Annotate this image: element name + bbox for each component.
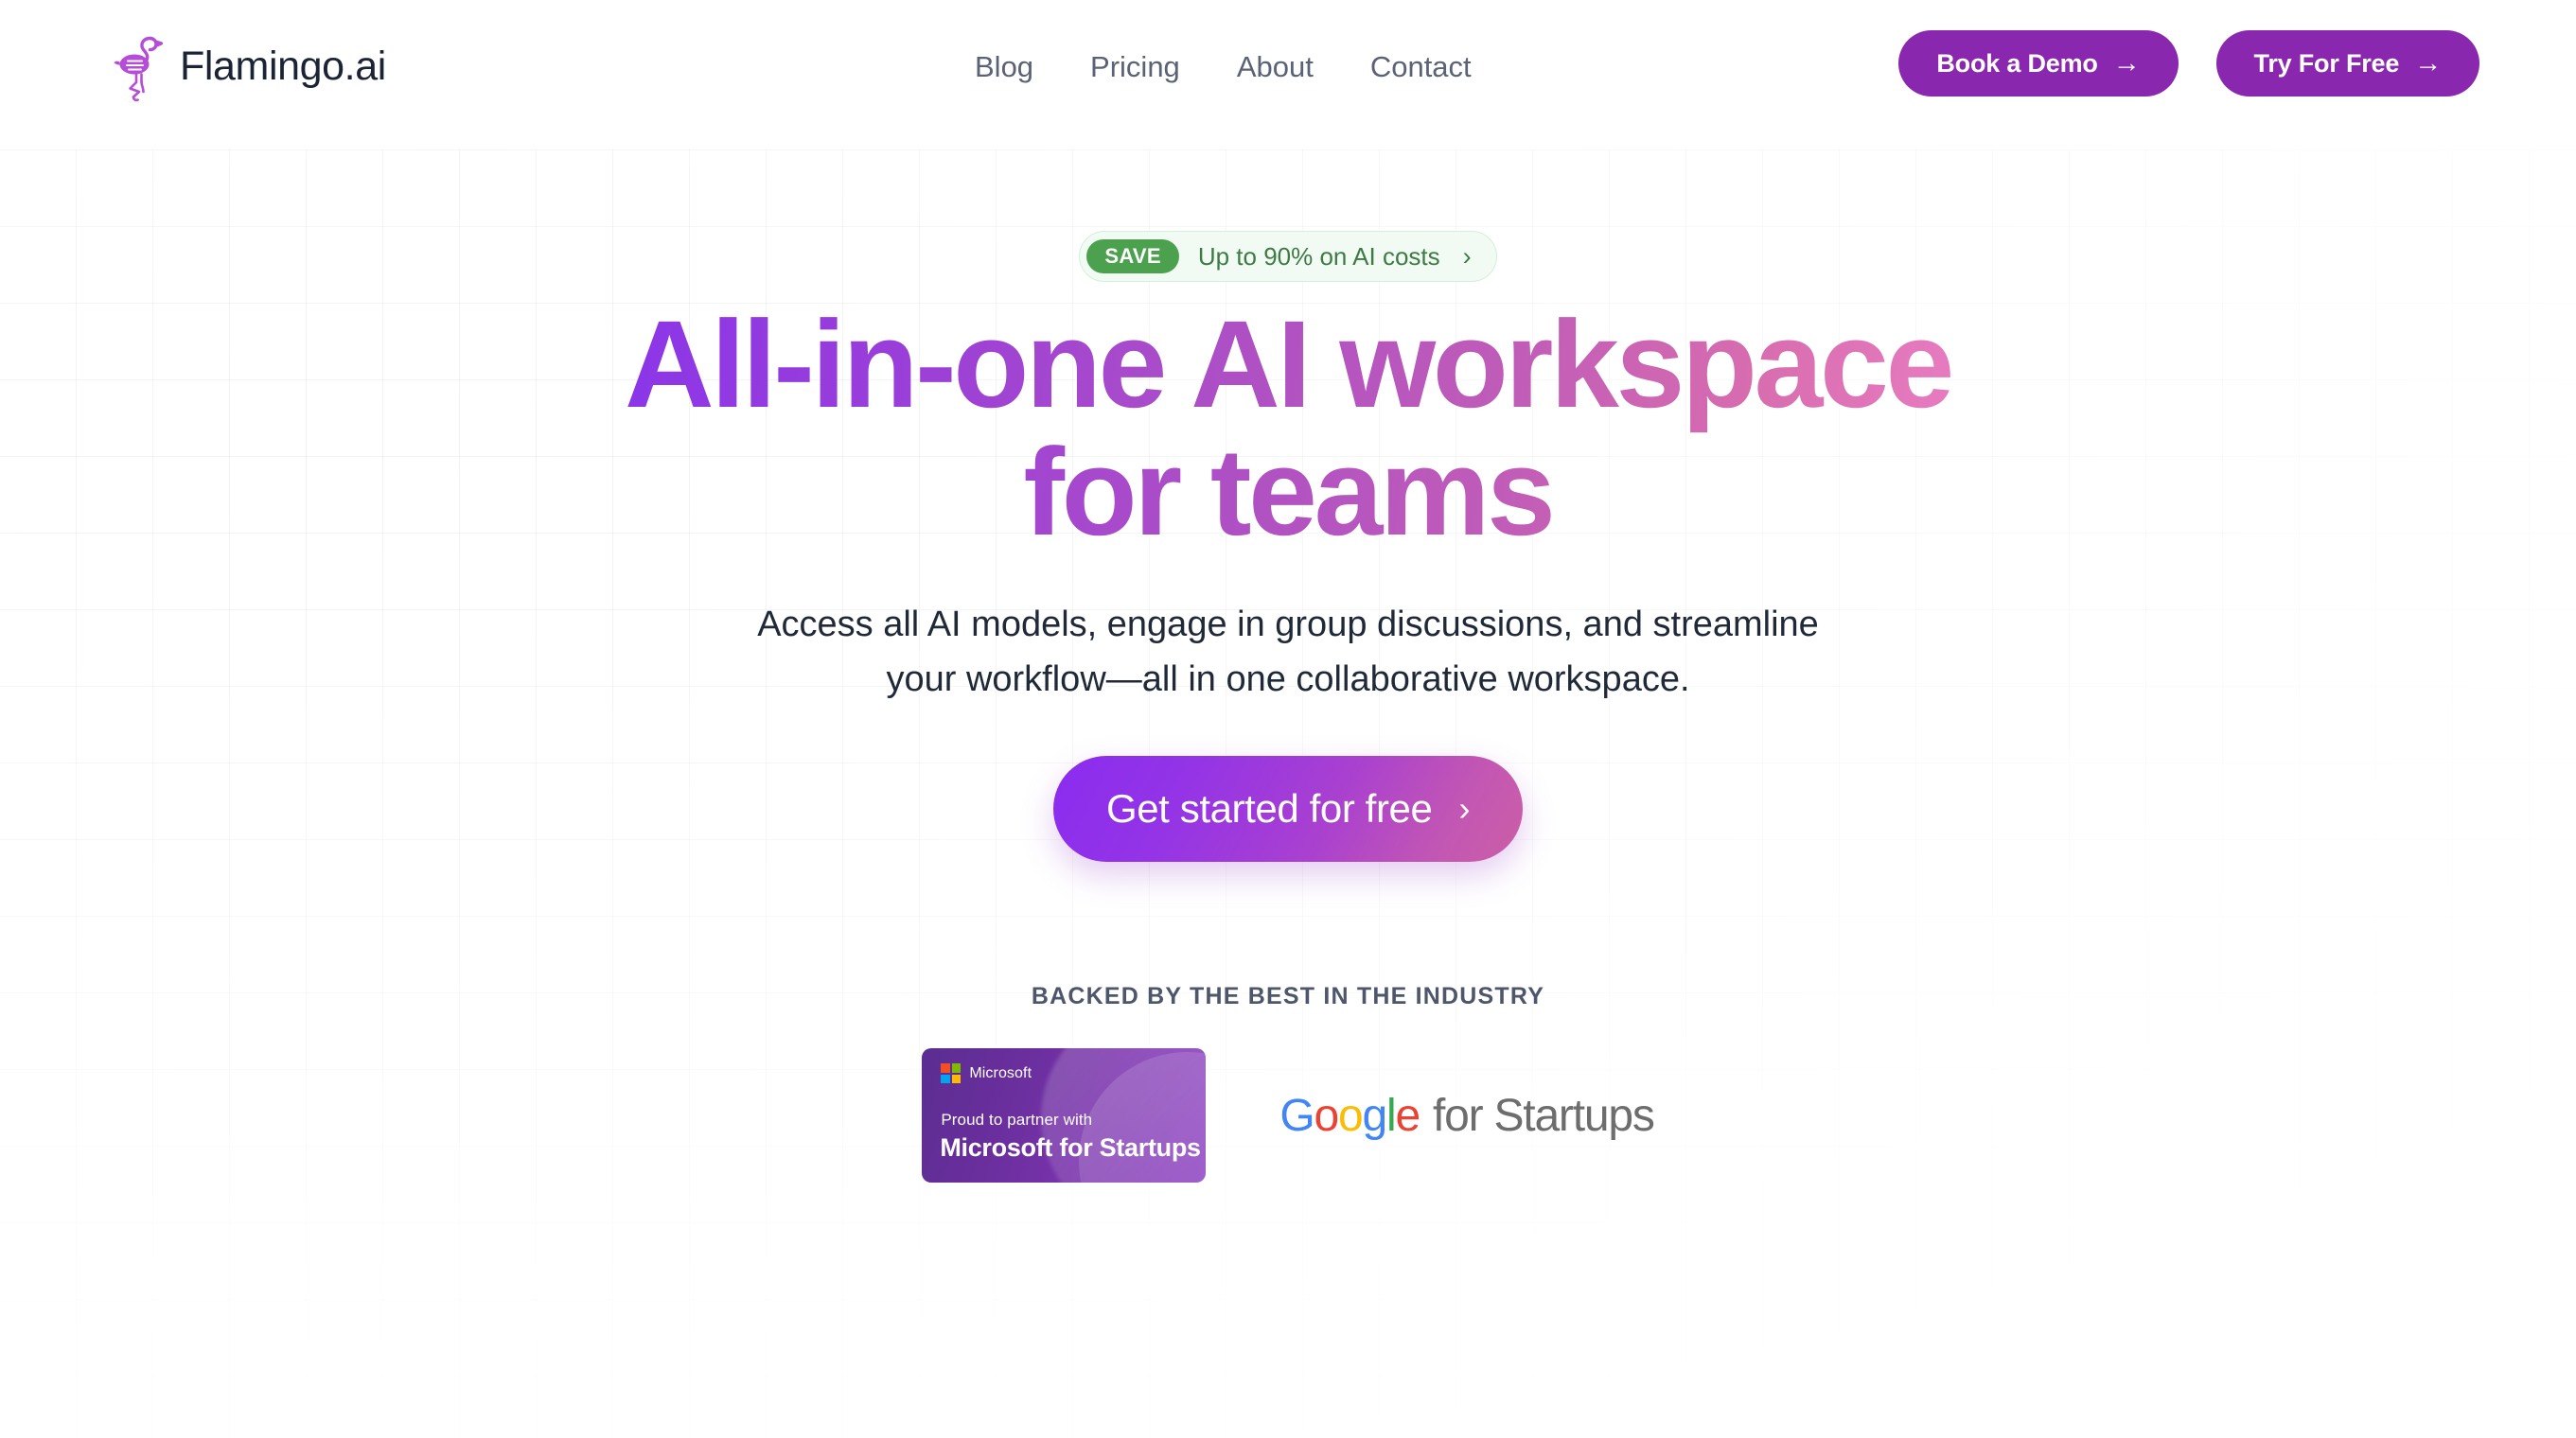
microsoft-tagline: Proud to partner with <box>941 1111 1093 1130</box>
get-started-button[interactable]: Get started for free › <box>1052 756 1524 863</box>
backed-by-label: BACKED BY THE BEST IN THE INDUSTRY <box>1031 983 1545 1010</box>
arrow-right-icon: → <box>2414 47 2442 79</box>
save-badge-tag: SAVE <box>1086 239 1179 273</box>
landing-page: Flamingo.ai Blog Pricing About Contact B… <box>0 0 2576 1438</box>
nav-item-about[interactable]: About <box>1209 49 1342 84</box>
nav-item-contact[interactable]: Contact <box>1342 49 1500 84</box>
try-for-free-button[interactable]: Try For Free → <box>2215 30 2479 96</box>
arrow-right-icon: → <box>2112 47 2141 79</box>
save-banner[interactable]: SAVE Up to 90% on AI costs › <box>1079 231 1497 282</box>
google-for-startups-logo[interactable]: Google for Startups <box>1279 1090 1655 1142</box>
microsoft-program-name: Microsoft for Startups <box>940 1133 1201 1163</box>
headline-line-2: for teams <box>1023 421 1553 561</box>
hero-section: SAVE Up to 90% on AI costs › All-in-one … <box>0 149 2576 1184</box>
hero-subtitle: Access all AI models, engage in group di… <box>757 598 1819 708</box>
brand-name: Flamingo.ai <box>180 43 386 89</box>
nav-item-pricing[interactable]: Pricing <box>1062 49 1209 84</box>
book-demo-button[interactable]: Book a Demo → <box>1898 30 2179 96</box>
get-started-label: Get started for free <box>1105 786 1433 832</box>
main-nav: Blog Pricing About Contact <box>946 49 1500 84</box>
chevron-right-icon: › <box>1462 241 1472 271</box>
microsoft-logo-icon <box>941 1063 962 1084</box>
google-wordmark: Google <box>1279 1090 1420 1141</box>
site-header: Flamingo.ai Blog Pricing About Contact B… <box>0 0 2576 149</box>
microsoft-for-startups-badge[interactable]: Microsoft Proud to partner with Microsof… <box>922 1048 1207 1184</box>
brand-logo[interactable]: Flamingo.ai <box>114 26 386 106</box>
header-actions: Book a Demo → Try For Free → <box>1898 30 2479 96</box>
book-demo-label: Book a Demo <box>1936 48 2098 78</box>
subtitle-line-1: Access all AI models, engage in group di… <box>757 604 1819 644</box>
flamingo-icon <box>114 36 164 102</box>
subtitle-line-2: your workflow—all in one collaborative w… <box>886 658 1690 699</box>
try-for-free-label: Try For Free <box>2253 48 2400 78</box>
cta-container: Get started for free › <box>1052 756 1524 863</box>
microsoft-wordmark: Microsoft <box>969 1064 1032 1081</box>
chevron-right-icon: › <box>1458 789 1471 829</box>
page-title: All-in-one AI workspace for teams <box>625 301 1951 556</box>
save-banner-text: Up to 90% on AI costs <box>1197 241 1440 271</box>
nav-item-blog[interactable]: Blog <box>946 49 1062 84</box>
microsoft-brand-row: Microsoft <box>941 1063 1032 1084</box>
google-for-startups-suffix: for Startups <box>1432 1090 1655 1141</box>
headline-line-1: All-in-one AI workspace <box>625 294 1951 433</box>
partner-logos: Microsoft Proud to partner with Microsof… <box>922 1048 1655 1184</box>
